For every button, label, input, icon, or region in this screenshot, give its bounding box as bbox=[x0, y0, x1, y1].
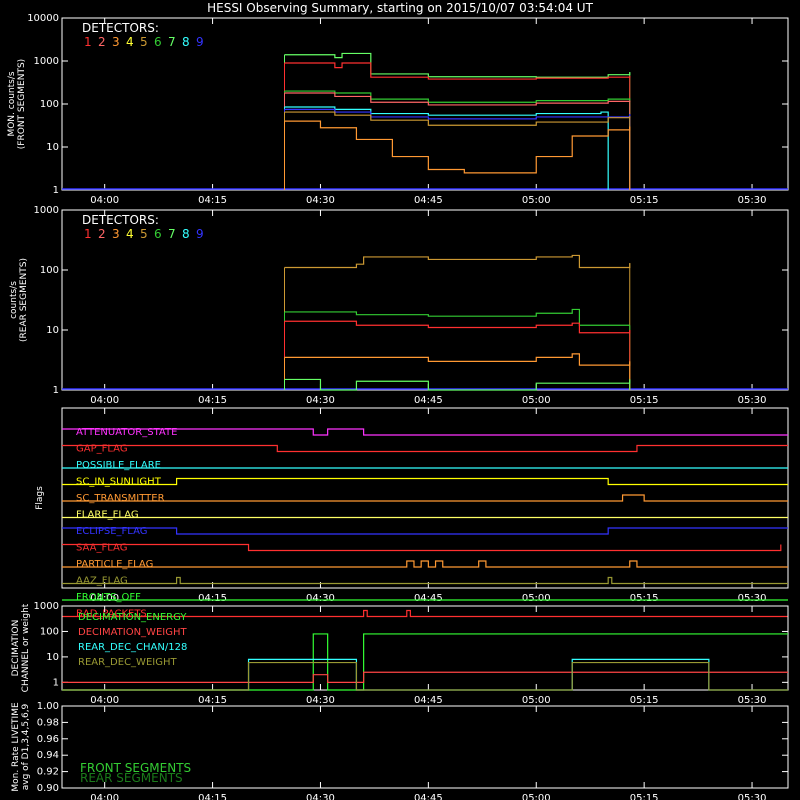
rear-x-tick-label: 05:15 bbox=[630, 395, 659, 406]
front-y-tick-label: 10000 bbox=[27, 13, 59, 24]
flags-y-axis-label: Flags bbox=[35, 486, 45, 510]
livetime-y-tick-label: 0.96 bbox=[37, 734, 59, 745]
rear-detector-number-8: 8 bbox=[182, 227, 190, 241]
livetime-x-tick-label: 04:30 bbox=[306, 793, 335, 800]
livetime-y-tick-label: 1.00 bbox=[37, 701, 59, 712]
rear-x-tick-label: 04:45 bbox=[414, 395, 443, 406]
figure-title: HESSI Observing Summary, starting on 201… bbox=[207, 1, 593, 15]
livetime-y-tick-label: 0.94 bbox=[37, 750, 59, 761]
rear-detector-number-1: 1 bbox=[84, 227, 92, 241]
livetime-y-axis-label: Mon. Rate LIVETIME avg of D1,3,4,5,6,9 bbox=[11, 702, 31, 792]
rear-y-tick-label: 1 bbox=[53, 385, 59, 396]
rear-detector-number-2: 2 bbox=[98, 227, 106, 241]
decimation-x-tick-label: 05:00 bbox=[522, 695, 551, 706]
front-detector-number-8: 8 bbox=[182, 35, 190, 49]
decimation-x-tick-label: 05:15 bbox=[630, 695, 659, 706]
flag-label-sc-transmitter: SC_TRANSMITTER bbox=[76, 493, 165, 504]
front-detector-number-6: 6 bbox=[154, 35, 162, 49]
front-detector-number-2: 2 bbox=[98, 35, 106, 49]
rear-x-tick-label: 04:30 bbox=[306, 395, 335, 406]
rear-y-axis-label-line: (REAR SEGMENTS) bbox=[19, 258, 29, 342]
front-x-tick-label: 05:15 bbox=[630, 195, 659, 206]
front-detector-number-3: 3 bbox=[112, 35, 120, 49]
decimation-x-tick-label: 04:15 bbox=[198, 695, 227, 706]
livetime-y-axis-label-line: avg of D1,3,4,5,6,9 bbox=[21, 703, 31, 790]
decimation-y-tick-label: 1000 bbox=[34, 601, 59, 612]
livetime-x-tick-label: 05:30 bbox=[738, 793, 767, 800]
front-y-tick-label: 10 bbox=[46, 142, 59, 153]
decimation-legend-0: DECIMATION_ENERGY bbox=[78, 612, 187, 623]
decimation-y-axis-label-line: DECIMATION bbox=[11, 620, 21, 677]
decimation-x-tick-label: 05:30 bbox=[738, 695, 767, 706]
flag-label-particle-flag: PARTICLE_FLAG bbox=[76, 559, 153, 570]
front-x-tick-label: 04:45 bbox=[414, 195, 443, 206]
decimation-x-tick-label: 04:00 bbox=[90, 695, 119, 706]
rear-detector-number-4: 4 bbox=[126, 227, 134, 241]
rear-detector-number-9: 9 bbox=[196, 227, 204, 241]
livetime-y-tick-label: 0.90 bbox=[37, 783, 59, 794]
decimation-legend-2: REAR_DEC_CHAN/128 bbox=[78, 642, 187, 653]
front-y-tick-label: 100 bbox=[40, 99, 59, 110]
front-x-tick-label: 04:15 bbox=[198, 195, 227, 206]
flag-label-possible-flare: POSSIBLE_FLARE bbox=[76, 460, 161, 471]
flags-x-tick-label: 05:00 bbox=[522, 593, 551, 604]
front-x-tick-label: 05:00 bbox=[522, 195, 551, 206]
decimation-legend-3: REAR_DEC_WEIGHT bbox=[78, 657, 177, 668]
rear-y-tick-label: 100 bbox=[40, 265, 59, 276]
decimation-y-tick-label: 10 bbox=[46, 652, 59, 663]
front-x-tick-label: 04:00 bbox=[90, 195, 119, 206]
livetime-x-tick-label: 04:15 bbox=[198, 793, 227, 800]
decimation-y-axis-label-line: CHANNEL or weight bbox=[21, 603, 31, 692]
front-detector-number-4: 4 bbox=[126, 35, 134, 49]
rear-x-tick-label: 05:00 bbox=[522, 395, 551, 406]
flag-label-fronts-off: FRONTS_OFF bbox=[76, 592, 141, 603]
rear-detector-number-5: 5 bbox=[140, 227, 148, 241]
front-y-axis-label-line: MON. counts/s bbox=[7, 71, 17, 136]
livetime-x-tick-label: 05:00 bbox=[522, 793, 551, 800]
livetime-x-tick-label: 04:45 bbox=[414, 793, 443, 800]
rear-y-tick-label: 10 bbox=[46, 325, 59, 336]
front-y-tick-label: 1000 bbox=[34, 56, 59, 67]
front-y-axis-label: MON. counts/s (FRONT SEGMENTS) bbox=[7, 59, 27, 149]
front-x-tick-label: 04:30 bbox=[306, 195, 335, 206]
livetime-x-tick-label: 04:00 bbox=[90, 793, 119, 800]
livetime-y-axis-label-line: Mon. Rate LIVETIME bbox=[11, 702, 21, 792]
rear-x-tick-label: 04:00 bbox=[90, 395, 119, 406]
rear-detector-number-6: 6 bbox=[154, 227, 162, 241]
front-detector-number-7: 7 bbox=[168, 35, 176, 49]
front-detector-number-5: 5 bbox=[140, 35, 148, 49]
decimation-y-tick-label: 100 bbox=[40, 626, 59, 637]
rear-detector-number-3: 3 bbox=[112, 227, 120, 241]
observing-summary-figure: HESSI Observing Summary, starting on 201… bbox=[0, 0, 800, 800]
front-y-axis-label-line: (FRONT SEGMENTS) bbox=[17, 59, 27, 149]
flag-label-sc-in-sunlight: SC_IN_SUNLIGHT bbox=[76, 477, 162, 488]
livetime-x-tick-label: 05:15 bbox=[630, 793, 659, 800]
livetime-legend-rear: REAR SEGMENTS bbox=[80, 771, 183, 785]
flag-label-aaz-flag: AAZ_FLAG bbox=[76, 576, 128, 587]
front-x-tick-label: 05:30 bbox=[738, 195, 767, 206]
front-detector-number-9: 9 bbox=[196, 35, 204, 49]
livetime-y-tick-label: 0.92 bbox=[37, 767, 59, 778]
decimation-legend-1: DECIMATION_WEIGHT bbox=[78, 627, 187, 638]
front-y-tick-label: 1 bbox=[53, 185, 59, 196]
rear-detector-number-7: 7 bbox=[168, 227, 176, 241]
front-detectors-label: DETECTORS: bbox=[82, 21, 159, 35]
decimation-x-tick-label: 04:45 bbox=[414, 695, 443, 706]
rear-x-tick-label: 05:30 bbox=[738, 395, 767, 406]
decimation-y-tick-label: 1 bbox=[53, 677, 59, 688]
rear-x-tick-label: 04:15 bbox=[198, 395, 227, 406]
rear-detectors-label: DETECTORS: bbox=[82, 213, 159, 227]
flags-x-tick-label: 05:30 bbox=[738, 593, 767, 604]
flags-x-tick-label: 04:30 bbox=[306, 593, 335, 604]
livetime-y-tick-label: 0.98 bbox=[37, 717, 59, 728]
flags-x-tick-label: 04:45 bbox=[414, 593, 443, 604]
flags-x-tick-label: 04:15 bbox=[198, 593, 227, 604]
decimation-x-tick-label: 04:30 bbox=[306, 695, 335, 706]
front-detector-number-1: 1 bbox=[84, 35, 92, 49]
flags-x-tick-label: 05:15 bbox=[630, 593, 659, 604]
rear-y-axis-label-line: counts/s bbox=[9, 281, 19, 319]
rear-y-tick-label: 1000 bbox=[34, 205, 59, 216]
flag-label-flare-flag: FLARE_FLAG bbox=[76, 510, 139, 521]
